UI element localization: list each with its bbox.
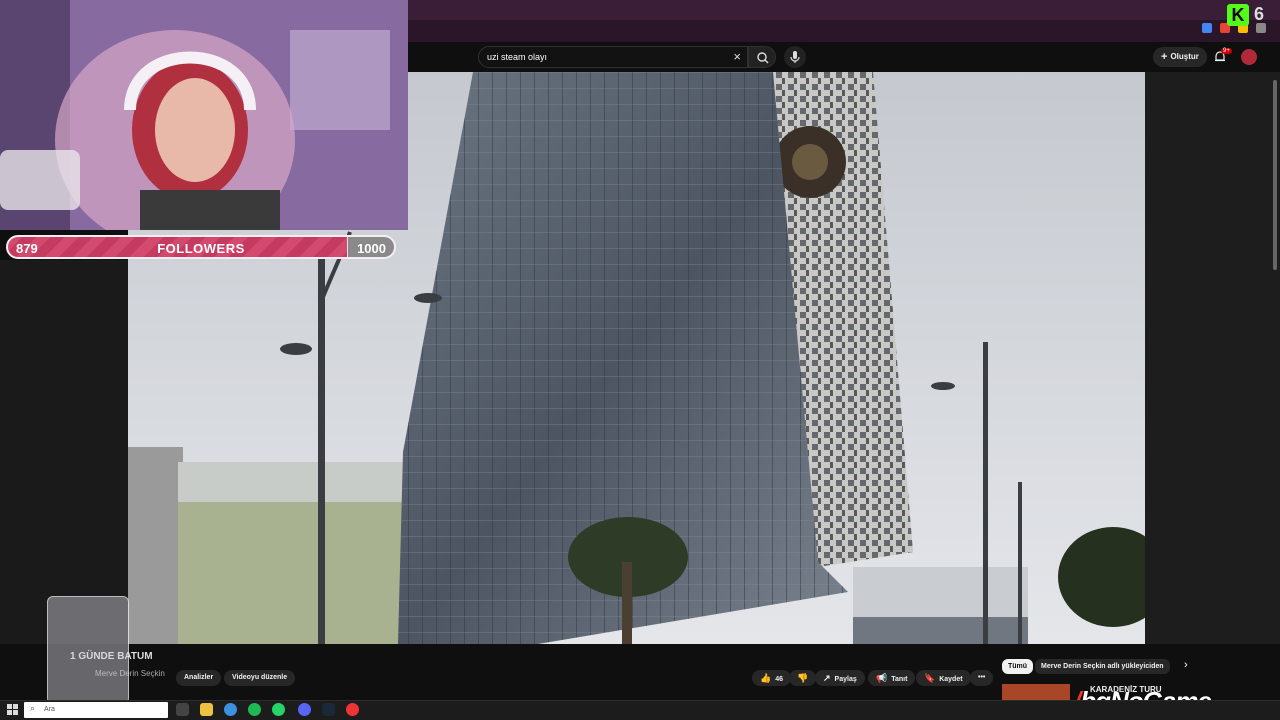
promote-label: Tanıt	[891, 676, 908, 683]
promote-button[interactable]: 📢 Tanıt	[868, 670, 916, 686]
close-icon[interactable]: ×	[733, 49, 741, 64]
extension-icon[interactable]	[1202, 23, 1212, 33]
share-label: Paylaş	[834, 676, 857, 683]
whatsapp-icon[interactable]	[272, 703, 285, 716]
create-label: Oluştur	[1170, 52, 1199, 61]
plus-icon: +	[1161, 51, 1168, 63]
chip-all[interactable]: Tümü	[1002, 659, 1034, 674]
right-background	[1145, 72, 1280, 644]
steam-icon[interactable]	[322, 703, 335, 716]
create-button[interactable]: + Oluştur	[1153, 47, 1207, 67]
search-input[interactable]: uzi steam olayı ×	[478, 46, 748, 68]
chevron-right-icon[interactable]: ›	[1184, 659, 1188, 671]
kick-extension-icon[interactable]: K	[1227, 4, 1249, 26]
microphone-icon	[790, 51, 800, 63]
search-button[interactable]	[748, 46, 776, 68]
thumbs-down-icon: 👎	[797, 673, 809, 683]
file-explorer-icon[interactable]	[200, 703, 213, 716]
scrollbar[interactable]	[1273, 80, 1277, 270]
chrome-icon[interactable]	[224, 703, 237, 716]
obs-icon[interactable]	[346, 703, 359, 716]
like-button[interactable]: 👍 46	[752, 670, 792, 686]
followers-goal: 1000	[357, 241, 386, 256]
avatar[interactable]	[1241, 49, 1257, 65]
task-view-icon[interactable]	[176, 703, 189, 716]
save-label: Kaydet	[939, 676, 963, 683]
search-query: uzi steam olayı	[487, 52, 548, 62]
recommended-video-thumbnail[interactable]	[1002, 684, 1070, 700]
chip-from-uploader[interactable]: Merve Derin Seçkin adlı yükleyiciden	[1035, 659, 1170, 674]
edit-video-button[interactable]: Videoyu düzenle	[224, 670, 296, 686]
followers-label: FOLLOWERS	[157, 241, 245, 256]
edit-video-label: Videoyu düzenle	[232, 674, 288, 681]
save-button[interactable]: 🔖 Kaydet	[916, 670, 971, 686]
like-count: 46	[775, 676, 784, 683]
share-icon: ↗	[823, 673, 831, 683]
taskbar-search-placeholder: Ara	[44, 706, 55, 713]
analytics-button[interactable]: Analizler	[176, 670, 222, 686]
webcam-feed	[0, 0, 408, 230]
webcam-overlay	[0, 0, 408, 230]
more-icon: •••	[978, 674, 986, 681]
search-icon: ⌕	[30, 703, 36, 713]
glass-object	[47, 596, 129, 712]
voice-search-button[interactable]	[784, 46, 806, 68]
windows-start-icon[interactable]	[7, 704, 18, 715]
notification-badge: 9+	[1221, 48, 1232, 54]
left-background	[0, 260, 128, 644]
analytics-label: Analizler	[184, 674, 214, 681]
bookmark-icon: 🔖	[924, 673, 936, 683]
spotify-icon[interactable]	[248, 703, 261, 716]
more-actions-button[interactable]: •••	[970, 670, 994, 686]
thumbs-up-icon: 👍	[760, 673, 772, 683]
share-button[interactable]: ↗ Paylaş	[815, 670, 865, 686]
kick-extension-count: 6	[1254, 4, 1265, 24]
search-icon	[757, 52, 769, 64]
discord-icon[interactable]	[298, 703, 311, 716]
followers-goal-bar: 879 FOLLOWERS 1000	[6, 235, 396, 259]
megaphone-icon: 📢	[876, 673, 888, 683]
taskbar	[0, 700, 1280, 720]
dislike-button[interactable]: 👎	[789, 670, 817, 686]
